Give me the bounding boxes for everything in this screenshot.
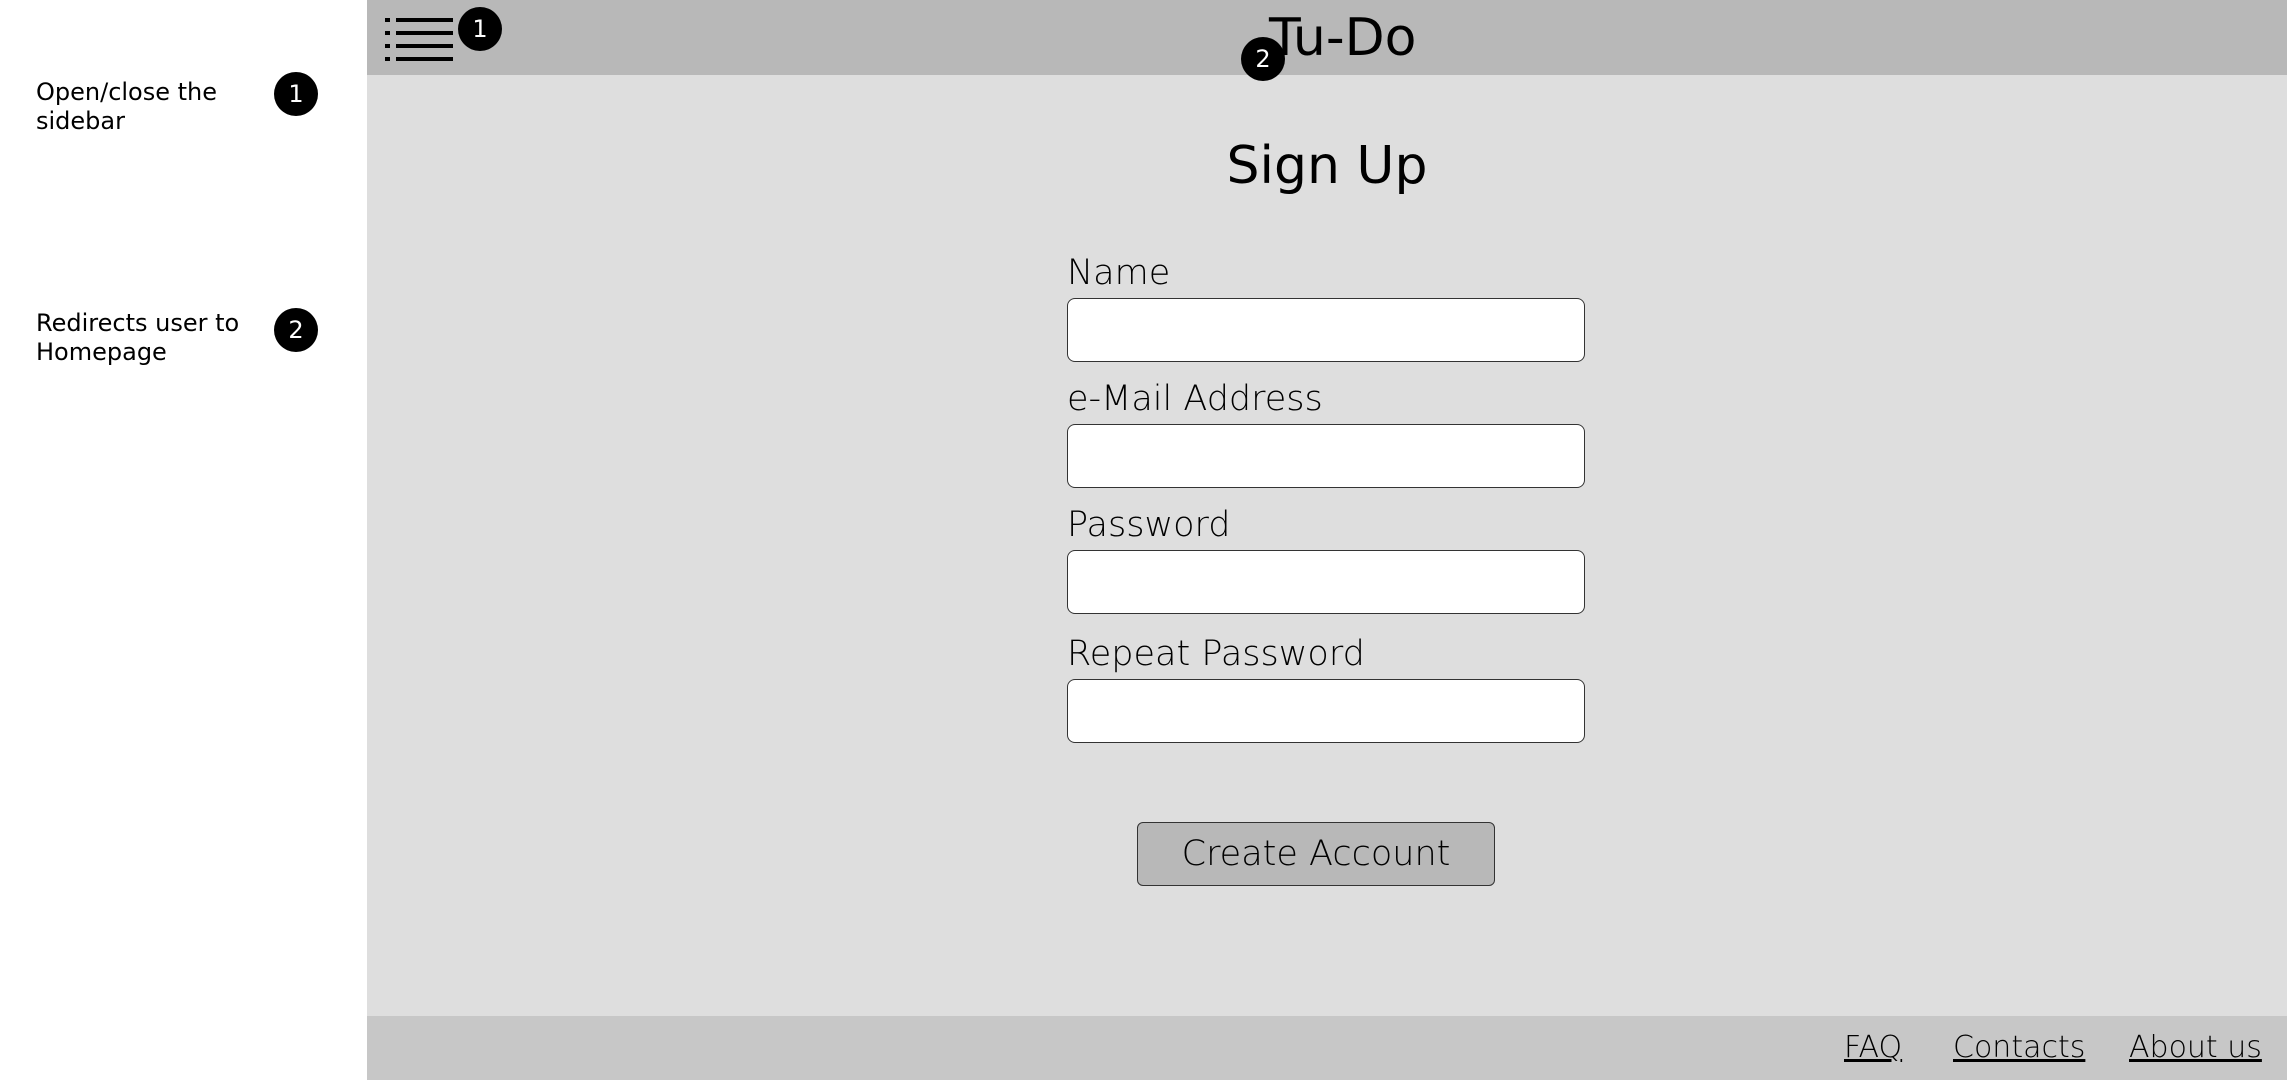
annotation-1-text: Open/close the sidebar xyxy=(36,78,218,135)
app-window: 1 Tu-Do 2 Sign Up Name e-Mail Address Pa… xyxy=(367,0,2287,1080)
annotation-1-badge: 1 xyxy=(274,72,318,116)
repeat-password-field[interactable] xyxy=(1067,679,1585,743)
repeat-password-label: Repeat Password xyxy=(1067,634,1365,674)
email-label: e-Mail Address xyxy=(1067,379,1323,419)
app-title-home-link[interactable]: Tu-Do xyxy=(1269,6,1416,70)
password-label: Password xyxy=(1067,505,1231,545)
sidebar-toggle-button[interactable] xyxy=(385,16,457,64)
page-title: Sign Up xyxy=(1226,136,1428,196)
annotation-panel: Open/close the sidebar 1 Redirects user … xyxy=(0,0,367,1080)
footer: FAQ Contacts About us xyxy=(367,1016,2287,1080)
name-field[interactable] xyxy=(1067,298,1585,362)
name-label: Name xyxy=(1067,253,1171,293)
password-field[interactable] xyxy=(1067,550,1585,614)
email-field[interactable] xyxy=(1067,424,1585,488)
menu-list-icon xyxy=(385,18,453,61)
footer-link-contacts[interactable]: Contacts xyxy=(1953,1028,2085,1068)
header: 1 Tu-Do 2 xyxy=(367,0,2287,81)
footer-link-about-us[interactable]: About us xyxy=(2129,1028,2262,1068)
annotation-2-text: Redirects user to Homepage xyxy=(36,309,240,366)
annotation-badge-menu: 1 xyxy=(458,7,502,51)
annotation-2-badge: 2 xyxy=(274,308,318,352)
page: Open/close the sidebar 1 Redirects user … xyxy=(0,0,2287,1080)
footer-link-faq[interactable]: FAQ xyxy=(1844,1028,1902,1068)
create-account-button[interactable]: Create Account xyxy=(1137,822,1495,886)
annotation-badge-title: 2 xyxy=(1241,37,1285,81)
